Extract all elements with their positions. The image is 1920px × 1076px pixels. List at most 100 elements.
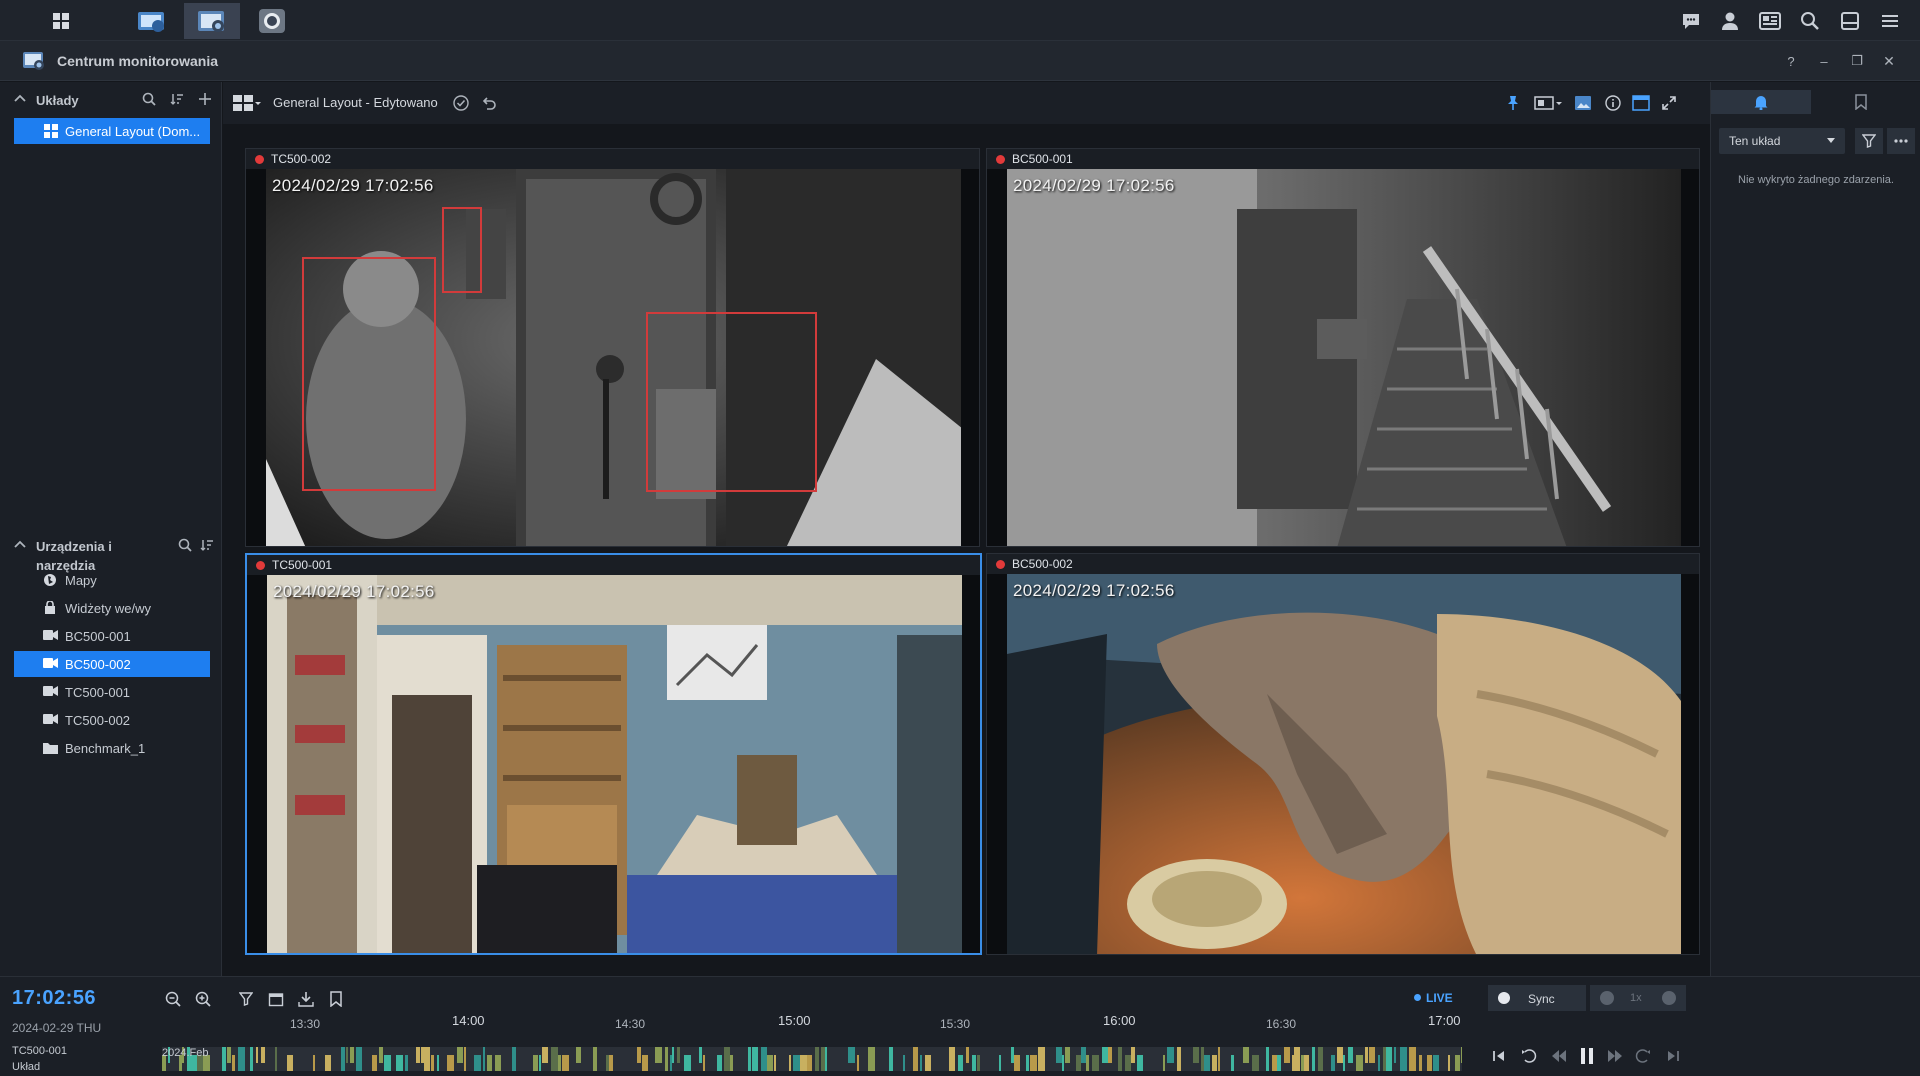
device-item-tc500-001[interactable]: TC500-001: [14, 679, 210, 705]
recording-segment: [793, 1055, 800, 1071]
taskbar-app-camera[interactable]: [244, 3, 300, 39]
device-item-bc500-001[interactable]: BC500-001: [14, 623, 210, 649]
device-item-maps[interactable]: Mapy: [14, 567, 210, 593]
panel-toggle-button[interactable]: [1631, 93, 1651, 113]
pause-button[interactable]: [1576, 1045, 1598, 1067]
recording-segment: [1386, 1047, 1392, 1071]
recording-segment: [457, 1047, 463, 1063]
device-item-label: BC500-002: [65, 656, 131, 672]
recording-track[interactable]: [162, 1047, 1462, 1071]
layouts-section-header[interactable]: Układy: [0, 82, 222, 116]
recording-segment: [807, 1055, 812, 1071]
save-layout-button[interactable]: [451, 93, 471, 113]
layout-grid-icon: [44, 124, 58, 138]
search-button[interactable]: [1797, 8, 1823, 34]
restore-button[interactable]: ❐: [1848, 52, 1866, 70]
main-menu-button[interactable]: [40, 3, 82, 39]
calendar-button[interactable]: [266, 989, 286, 1009]
rewind-button[interactable]: [1548, 1045, 1570, 1067]
playback-speed-control: 1x: [1590, 985, 1686, 1011]
taskbar-app-surveillance[interactable]: [124, 3, 180, 39]
recording-segment: [346, 1047, 348, 1063]
camera-tile-bc500-001[interactable]: BC500-001 2024/02/29 17:02:56: [986, 148, 1700, 547]
recording-segment: [562, 1055, 569, 1071]
rewind-icon: [1551, 1050, 1567, 1062]
live-indicator[interactable]: LIVE: [1414, 991, 1453, 1005]
chat-icon: [1681, 11, 1701, 31]
device-item-io-widgets[interactable]: Widżety we/wy: [14, 595, 210, 621]
sort-icon[interactable]: [200, 538, 214, 552]
event-scope-select[interactable]: Ten układ: [1719, 128, 1845, 154]
search-icon[interactable]: [178, 538, 192, 552]
speed-increase-button[interactable]: [1662, 991, 1676, 1005]
pin-button[interactable]: [1503, 93, 1523, 113]
rewind-10-button[interactable]: [1518, 1045, 1540, 1067]
minimize-button[interactable]: –: [1815, 52, 1833, 70]
filter-button[interactable]: [1855, 128, 1883, 154]
layout-item-general[interactable]: General Layout (Dom...: [14, 118, 210, 144]
recording-indicator: [256, 561, 265, 570]
close-button[interactable]: ✕: [1880, 52, 1898, 70]
info-button[interactable]: [1603, 93, 1623, 113]
fullscreen-button[interactable]: [1659, 93, 1679, 113]
taskbar-app-monitoring[interactable]: [184, 3, 240, 39]
device-item-bc500-002[interactable]: BC500-002: [14, 651, 210, 677]
device-item-benchmark[interactable]: Benchmark_1: [14, 735, 210, 761]
current-date: 2024-02-29 THU: [12, 1021, 102, 1035]
recording-segment: [1231, 1055, 1234, 1071]
recording-segment: [684, 1055, 691, 1071]
recording-segment: [379, 1047, 383, 1063]
recording-segment: [752, 1047, 758, 1071]
recording-segment: [341, 1047, 345, 1071]
bookmark-button[interactable]: [326, 989, 346, 1009]
recording-segment: [238, 1047, 245, 1071]
device-item-label: TC500-001: [65, 684, 131, 700]
undo-button[interactable]: [479, 93, 499, 113]
sync-toggle[interactable]: Sync: [1488, 985, 1586, 1011]
jump-back-button[interactable]: [1488, 1045, 1510, 1067]
recording-segment: [1378, 1055, 1380, 1071]
device-item-tc500-002[interactable]: TC500-002: [14, 707, 210, 733]
recording-segment: [665, 1047, 668, 1071]
more-icon: [1894, 139, 1908, 143]
camera-tile-tc500-002[interactable]: TC500-002 2024/02/29 17:02:56: [245, 148, 980, 547]
timeline-filter-button[interactable]: [236, 989, 256, 1009]
camera-tile-tc500-001[interactable]: TC500-001 2024/02/29 17:02:56: [245, 553, 982, 955]
map-icon: [43, 573, 57, 587]
help-label: ?: [1787, 53, 1795, 69]
window-icon: [1840, 11, 1860, 31]
search-icon[interactable]: [142, 92, 156, 106]
camera-tile-bc500-002[interactable]: BC500-002 2024/02/29 17:02:56: [986, 553, 1700, 955]
camera-timestamp: 2024/02/29 17:02:56: [272, 176, 434, 195]
zoom-in-button[interactable]: [193, 989, 213, 1009]
forward-10-button[interactable]: [1632, 1045, 1654, 1067]
help-button[interactable]: ?: [1782, 52, 1800, 70]
download-button[interactable]: [296, 989, 316, 1009]
tab-notifications[interactable]: [1711, 90, 1811, 114]
calendar-icon: [268, 991, 284, 1007]
sort-icon[interactable]: [170, 92, 184, 106]
user-button[interactable]: [1717, 8, 1743, 34]
filter-icon: [1862, 134, 1876, 148]
tab-bookmarks[interactable]: [1811, 90, 1911, 114]
snapshot-button[interactable]: [1573, 93, 1593, 113]
desktop-button[interactable]: [1837, 8, 1863, 34]
layout-switch-icon[interactable]: [233, 95, 261, 111]
recording-segment: [1312, 1047, 1315, 1071]
display-mode-button[interactable]: [1533, 93, 1563, 113]
recording-segment: [903, 1055, 905, 1071]
event-scope-value: Ten układ: [1729, 134, 1781, 148]
zoom-out-button[interactable]: [163, 989, 183, 1009]
recording-segment: [1427, 1055, 1432, 1071]
recording-segment: [405, 1055, 408, 1071]
options-button[interactable]: [1877, 8, 1903, 34]
widgets-button[interactable]: [1757, 8, 1783, 34]
fast-forward-button[interactable]: [1604, 1045, 1626, 1067]
add-icon[interactable]: [198, 92, 212, 106]
messages-button[interactable]: [1678, 8, 1704, 34]
chevron-up-icon[interactable]: [14, 93, 26, 105]
speed-decrease-button[interactable]: [1600, 991, 1614, 1005]
more-options-button[interactable]: [1887, 128, 1915, 154]
chevron-up-icon[interactable]: [14, 539, 26, 551]
jump-forward-button[interactable]: [1662, 1045, 1684, 1067]
